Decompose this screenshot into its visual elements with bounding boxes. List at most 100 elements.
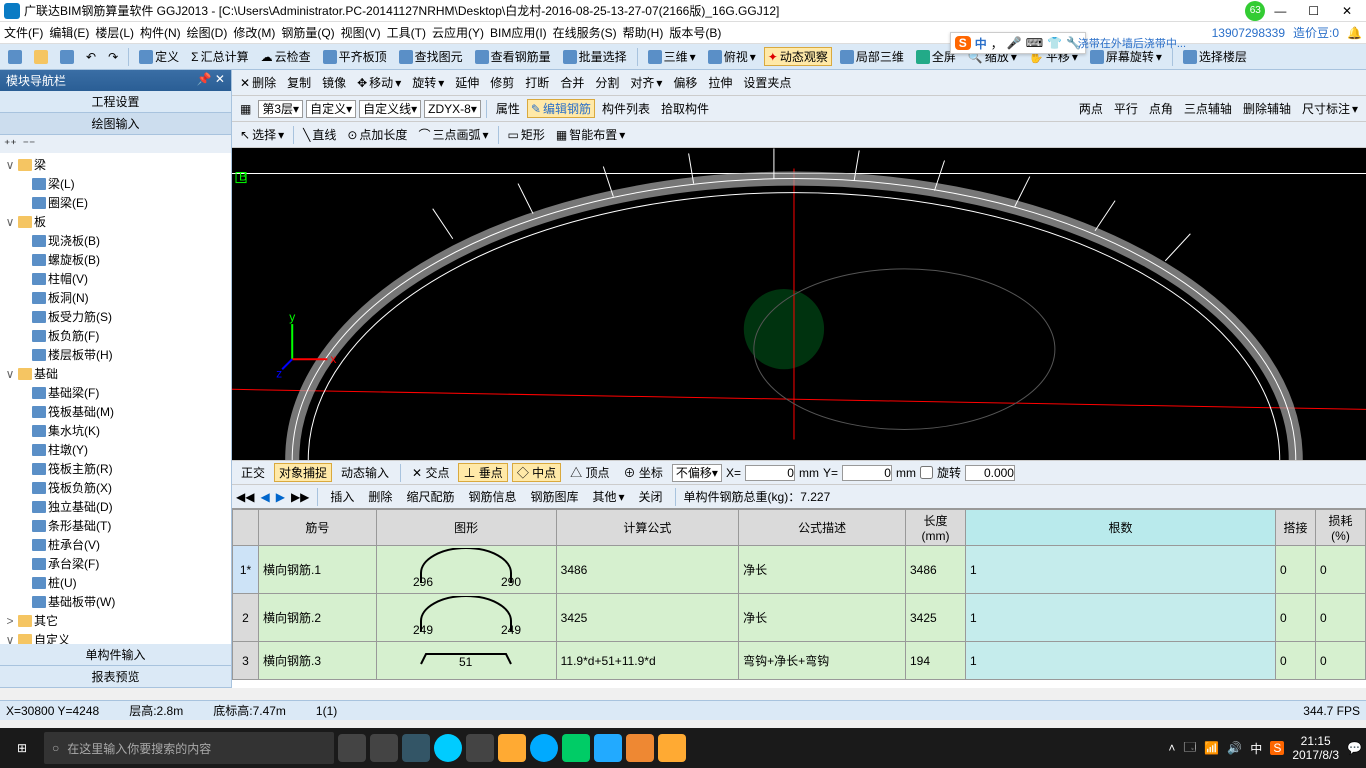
tree-node[interactable]: 基础梁(F): [4, 383, 227, 402]
align-button[interactable]: 对齐 ▾: [626, 73, 666, 92]
col-desc[interactable]: 公式描述: [739, 510, 906, 546]
move-button[interactable]: ✥ 移动 ▾: [353, 73, 405, 92]
tree-node[interactable]: 梁(L): [4, 174, 227, 193]
first-icon[interactable]: ◀◀: [236, 490, 254, 504]
ime-keyboard-icon[interactable]: ⌨: [1026, 36, 1043, 50]
menu-rebar[interactable]: 钢筋量(Q): [281, 24, 334, 41]
tree-node[interactable]: 螺旋板(B): [4, 250, 227, 269]
tree-node[interactable]: 基础板带(W): [4, 592, 227, 611]
taskbar-edge[interactable]: [434, 734, 462, 762]
nav-tab-settings[interactable]: 工程设置: [0, 91, 231, 113]
tree-node[interactable]: 独立基础(D): [4, 497, 227, 516]
other-button[interactable]: 其他 ▾: [588, 487, 628, 506]
offset-button[interactable]: 偏移: [669, 73, 701, 92]
component-list-button[interactable]: 构件列表: [598, 99, 654, 118]
define-button[interactable]: 定义: [135, 47, 183, 66]
tree-node[interactable]: 板负筋(F): [4, 326, 227, 345]
menu-file[interactable]: 文件(F): [4, 24, 43, 41]
ime-punct-icon[interactable]: ，: [991, 35, 1003, 52]
col-len[interactable]: 长度(mm): [906, 510, 966, 546]
ortho-toggle[interactable]: 正交: [236, 463, 270, 482]
tree-node[interactable]: 楼层板带(H): [4, 345, 227, 364]
prev-icon[interactable]: ◀: [260, 490, 269, 504]
collapse-icon[interactable]: ⁻⁻: [23, 137, 36, 151]
extend-button[interactable]: 延伸: [451, 73, 483, 92]
maximize-button[interactable]: ☐: [1299, 4, 1329, 18]
tray-sogou-icon[interactable]: S: [1270, 741, 1284, 755]
delete-button[interactable]: ✕ 删除: [236, 73, 280, 92]
view-rebar-button[interactable]: 查看钢筋量: [471, 47, 555, 66]
rotate-input[interactable]: [965, 465, 1015, 481]
menu-tools[interactable]: 工具(T): [387, 24, 426, 41]
menu-help[interactable]: 帮助(H): [623, 24, 664, 41]
axis-delete-button[interactable]: 删除辅轴: [1239, 99, 1295, 118]
taskbar-store[interactable]: [466, 734, 494, 762]
arc-tool[interactable]: ⌒ 三点画弧 ▾: [414, 125, 492, 144]
tree-node[interactable]: 柱墩(Y): [4, 440, 227, 459]
menu-bim[interactable]: BIM应用(I): [490, 24, 547, 41]
snap-mid[interactable]: ◇ 中点: [512, 463, 561, 482]
tree-node[interactable]: 集水坑(K): [4, 421, 227, 440]
pin-icon[interactable]: 📌 ✕: [197, 72, 225, 89]
osnap-toggle[interactable]: 对象捕捉: [274, 463, 332, 482]
tree-node[interactable]: 桩(U): [4, 573, 227, 592]
category-combo[interactable]: 自定义 ▾: [306, 100, 356, 118]
tray-up-icon[interactable]: ˄: [1168, 741, 1175, 755]
menu-edit[interactable]: 编辑(E): [49, 24, 89, 41]
local-3d-button[interactable]: 局部三维: [836, 47, 908, 66]
tree-node[interactable]: 筏板负筋(X): [4, 478, 227, 497]
taskbar-app-4[interactable]: [530, 734, 558, 762]
menu-draw[interactable]: 绘图(D): [187, 24, 228, 41]
align-slab-button[interactable]: 平齐板顶: [319, 47, 391, 66]
new-button[interactable]: [4, 49, 26, 65]
dimension-button[interactable]: 尺寸标注 ▾: [1298, 99, 1362, 118]
windows-taskbar[interactable]: ⊞ ○ 在这里输入你要搜索的内容 ˄ 🗔 📶 🔊 中 S 21:15 2017/…: [0, 728, 1366, 768]
tree-node[interactable]: 条形基础(T): [4, 516, 227, 535]
tree-node[interactable]: 桩承台(V): [4, 535, 227, 554]
rect-tool[interactable]: ▭ 矩形: [504, 125, 549, 144]
3d-viewport[interactable]: x y z B: [232, 148, 1366, 460]
ime-mic-icon[interactable]: 🎤: [1007, 36, 1022, 50]
axis-3pt-button[interactable]: 三点辅轴: [1180, 99, 1236, 118]
rotate-checkbox[interactable]: [920, 466, 933, 479]
nav-tab-drawing[interactable]: 绘图输入: [0, 113, 231, 135]
tree-node[interactable]: 筏板主筋(R): [4, 459, 227, 478]
snap-intersect[interactable]: ✕ 交点: [407, 463, 454, 482]
scale-rebar-button[interactable]: 缩尺配筋: [402, 487, 458, 506]
snap-coord[interactable]: ⊕ 坐标: [619, 463, 668, 482]
snap-perp[interactable]: ⊥ 垂点: [458, 463, 507, 482]
cloud-check-button[interactable]: ☁云检查: [257, 47, 315, 66]
close-button[interactable]: ✕: [1332, 4, 1362, 18]
mirror-button[interactable]: 镜像: [318, 73, 350, 92]
ime-skin-icon[interactable]: 👕: [1047, 36, 1062, 50]
notification-text[interactable]: 浇带在外墙后浇带中...: [1078, 35, 1186, 51]
axis-parallel-button[interactable]: 平行: [1110, 99, 1142, 118]
offset-combo[interactable]: 不偏移 ▾: [672, 464, 722, 482]
col-name[interactable]: 筋号: [259, 510, 377, 546]
next-icon[interactable]: ▶: [276, 490, 285, 504]
tray-battery-icon[interactable]: 🗔: [1183, 738, 1196, 759]
axis-ptangle-button[interactable]: 点角: [1145, 99, 1177, 118]
taskbar-app-2[interactable]: [402, 734, 430, 762]
stretch-button[interactable]: 拉伸: [704, 73, 736, 92]
trim-button[interactable]: 修剪: [486, 73, 518, 92]
minimize-button[interactable]: —: [1265, 4, 1295, 18]
x-input[interactable]: [745, 465, 795, 481]
rebar-grid[interactable]: 筋号 图形 计算公式 公式描述 长度(mm) 根数 搭接 损耗(%) 1*横向钢…: [232, 508, 1366, 688]
tree-node[interactable]: >其它: [4, 611, 227, 630]
tree-node[interactable]: ∨梁: [4, 155, 227, 174]
break-button[interactable]: 打断: [521, 73, 553, 92]
taskbar-app-3[interactable]: [498, 734, 526, 762]
tree-node[interactable]: 圈梁(E): [4, 193, 227, 212]
last-icon[interactable]: ▶▶: [291, 490, 309, 504]
tray-time[interactable]: 21:15: [1292, 734, 1339, 748]
taskbar-app-7[interactable]: [626, 734, 654, 762]
table-row[interactable]: 1*横向钢筋.12962903486净长3486100: [233, 546, 1366, 594]
menu-view[interactable]: 视图(V): [341, 24, 381, 41]
ime-lang[interactable]: 中: [975, 35, 987, 52]
tree-node[interactable]: 筏板基础(M): [4, 402, 227, 421]
save-button[interactable]: [56, 49, 78, 65]
tree-node[interactable]: 板受力筋(S): [4, 307, 227, 326]
tree-node[interactable]: 现浇板(B): [4, 231, 227, 250]
task-view-icon[interactable]: [338, 734, 366, 762]
